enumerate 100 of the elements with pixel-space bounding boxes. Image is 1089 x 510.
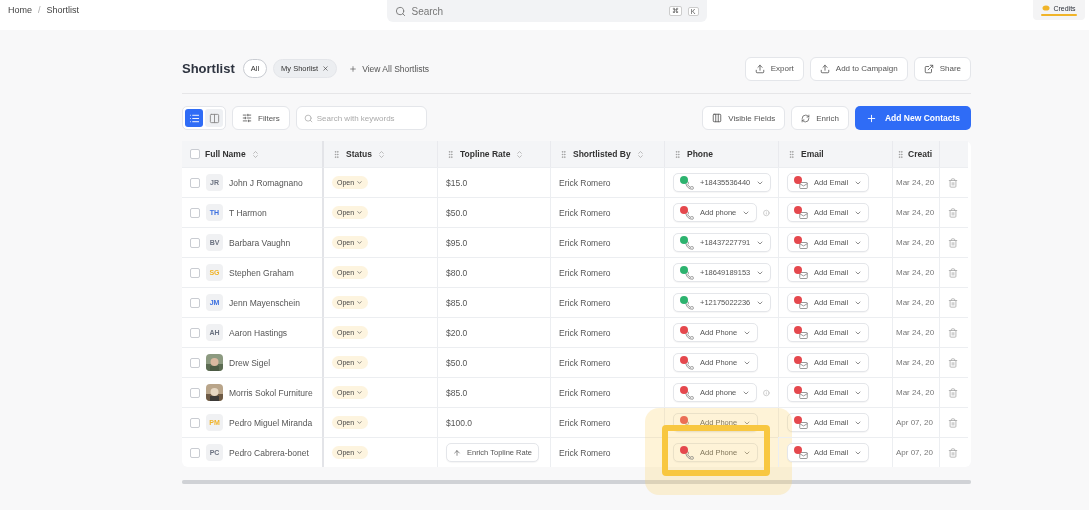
breadcrumb-separator: / <box>38 5 41 15</box>
delete-icon[interactable] <box>948 237 958 248</box>
row-checkbox[interactable] <box>190 447 200 458</box>
contact-name: Morris Sokol Furniture <box>229 387 313 398</box>
board-view-button[interactable] <box>205 109 223 127</box>
shortlisted-by: Erick Romero <box>559 327 611 338</box>
column-title: Creati <box>908 149 933 159</box>
chevron-icon <box>356 299 364 306</box>
delete-icon[interactable] <box>948 327 958 338</box>
drag-handle-icon[interactable] <box>332 149 341 159</box>
add-contacts-button[interactable]: Add New Contacts <box>854 106 971 130</box>
column-title: Status <box>346 149 372 159</box>
filters-button[interactable]: Filters <box>232 106 290 130</box>
row-checkbox[interactable] <box>190 177 200 188</box>
contact-name: Pedro Cabrera-bonet <box>229 447 309 458</box>
sort-icon[interactable] <box>635 149 645 159</box>
column-title: Email <box>801 149 824 159</box>
share-icon <box>923 63 934 74</box>
list-icon <box>188 112 200 124</box>
rate-value: $100.0 <box>446 417 472 428</box>
created-date: Apr 07, 20 <box>896 418 933 427</box>
created-date: Apr 07, 20 <box>896 448 933 457</box>
chevron-icon <box>356 419 364 426</box>
row-checkbox[interactable] <box>190 327 200 338</box>
breadcrumb-item[interactable]: Shortlist <box>46 5 80 15</box>
shortlisted-by: Erick Romero <box>559 297 611 308</box>
chevron-icon <box>356 239 364 246</box>
drag-handle-icon[interactable] <box>446 149 455 159</box>
chevron-icon <box>356 209 364 216</box>
list-view-button[interactable] <box>185 109 203 127</box>
contact-name: Drew Sigel <box>229 357 271 368</box>
select-all-checkbox[interactable] <box>190 149 200 159</box>
shortlisted-by: Erick Romero <box>559 207 611 218</box>
chevron-icon <box>356 359 364 366</box>
delete-icon[interactable] <box>948 177 958 188</box>
breadcrumb-item[interactable]: Home <box>8 5 32 15</box>
plus-icon <box>349 64 358 73</box>
row-checkbox[interactable] <box>190 237 200 248</box>
delete-icon[interactable] <box>948 297 958 308</box>
sort-icon[interactable] <box>377 149 386 159</box>
rate-value: $50.0 <box>446 207 468 218</box>
upload-icon <box>754 63 765 74</box>
row-checkbox[interactable] <box>190 207 200 218</box>
chevron-icon <box>356 329 364 336</box>
drag-handle-icon[interactable] <box>673 149 682 159</box>
board-icon <box>208 112 220 124</box>
contact-name: John J Romagnano <box>229 177 303 188</box>
delete-icon[interactable] <box>948 447 958 458</box>
drag-handle-icon[interactable] <box>787 149 796 159</box>
shortlisted-by: Erick Romero <box>559 237 611 248</box>
contact-name: Jenn Mayenschein <box>229 297 300 308</box>
info-icon[interactable] <box>763 387 770 398</box>
columns-icon <box>712 113 723 123</box>
row-checkbox[interactable] <box>190 297 200 308</box>
rate-value: $85.0 <box>446 297 468 308</box>
delete-icon[interactable] <box>948 267 958 278</box>
action-button[interactable]: Share <box>913 56 971 81</box>
action-button[interactable]: Add to Campaign <box>809 56 908 81</box>
remove-icon <box>322 65 330 72</box>
row-checkbox[interactable] <box>190 387 200 398</box>
rate-value: $85.0 <box>446 387 468 398</box>
delete-icon[interactable] <box>948 387 958 398</box>
rate-value: $50.0 <box>446 357 468 368</box>
created-date: Mar 24, 20 <box>896 358 935 367</box>
page-title: Shortlist <box>182 61 235 76</box>
rate-value: $80.0 <box>446 267 468 278</box>
column-title: Topline Rate <box>460 149 511 159</box>
delete-icon[interactable] <box>948 357 958 368</box>
view-all-link[interactable]: View All Shortlists <box>343 62 436 75</box>
chevron-icon <box>356 389 364 396</box>
info-icon[interactable] <box>763 207 770 218</box>
created-date: Mar 24, 20 <box>896 268 935 277</box>
action-button[interactable]: Export <box>744 56 804 81</box>
column-title: Shortlisted By <box>573 149 631 159</box>
filter-icon <box>242 113 252 123</box>
arrow-icon <box>453 448 461 457</box>
chevron-icon <box>356 449 364 456</box>
row-checkbox[interactable] <box>190 357 200 368</box>
sort-icon[interactable] <box>250 149 260 159</box>
delete-icon[interactable] <box>948 417 958 428</box>
row-checkbox[interactable] <box>190 267 200 278</box>
row-checkbox[interactable] <box>190 417 200 428</box>
drag-handle-icon[interactable] <box>559 149 568 159</box>
sort-icon[interactable] <box>515 149 525 159</box>
shortlisted-by: Erick Romero <box>559 417 611 428</box>
contact-name: Aaron Hastings <box>229 327 288 338</box>
column-title: Full Name <box>205 149 246 159</box>
created-date: Mar 24, 20 <box>896 178 935 187</box>
created-date: Mar 24, 20 <box>896 388 935 397</box>
contact-name: Stephen Graham <box>229 267 294 278</box>
column-title: Phone <box>687 149 713 159</box>
created-date: Mar 24, 20 <box>896 208 935 217</box>
drag-handle-icon[interactable] <box>896 149 905 159</box>
enrich-button[interactable]: Enrich <box>791 106 849 130</box>
shortlisted-by: Erick Romero <box>559 387 611 398</box>
visible-fields-button[interactable]: Visible Fields <box>702 106 786 130</box>
delete-icon[interactable] <box>948 207 958 218</box>
shortlisted-by: Erick Romero <box>559 357 611 368</box>
contact-name: T Harmon <box>229 207 267 218</box>
refresh-icon <box>801 113 811 123</box>
